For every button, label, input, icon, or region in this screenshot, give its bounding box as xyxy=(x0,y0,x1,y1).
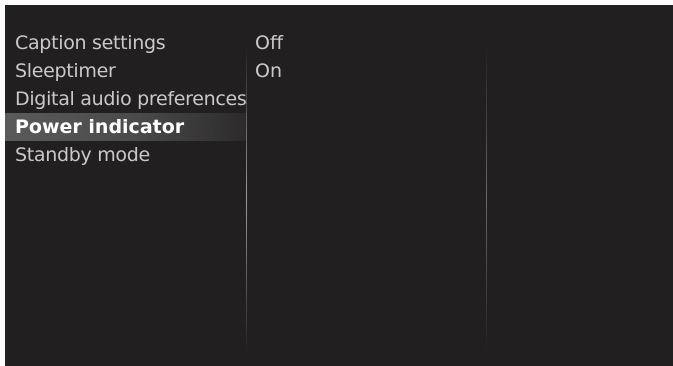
menu-item-label: Sleeptimer xyxy=(15,60,116,82)
option-label: On xyxy=(255,60,282,82)
option-off[interactable]: Off xyxy=(255,29,485,57)
options-list: Off On xyxy=(255,29,485,85)
option-on[interactable]: On xyxy=(255,57,485,85)
menu-item-standby-mode[interactable]: Standby mode xyxy=(5,141,247,169)
menu-item-label: Caption settings xyxy=(15,32,166,54)
option-label: Off xyxy=(255,32,284,54)
menu-item-label: Standby mode xyxy=(15,144,150,166)
tv-settings-screen: Caption settings Sleeptimer Digital audi… xyxy=(5,5,673,366)
menu-item-sleeptimer[interactable]: Sleeptimer xyxy=(5,57,247,85)
column-divider-left xyxy=(246,45,247,353)
settings-menu-list: Caption settings Sleeptimer Digital audi… xyxy=(5,29,247,169)
menu-item-digital-audio-preferences[interactable]: Digital audio preferences xyxy=(5,85,247,113)
menu-item-label: Digital audio preferences xyxy=(15,88,247,110)
column-divider-right xyxy=(486,45,487,353)
menu-item-caption-settings[interactable]: Caption settings xyxy=(5,29,247,57)
menu-item-label: Power indicator xyxy=(15,116,185,138)
menu-item-power-indicator[interactable]: Power indicator xyxy=(5,113,247,141)
